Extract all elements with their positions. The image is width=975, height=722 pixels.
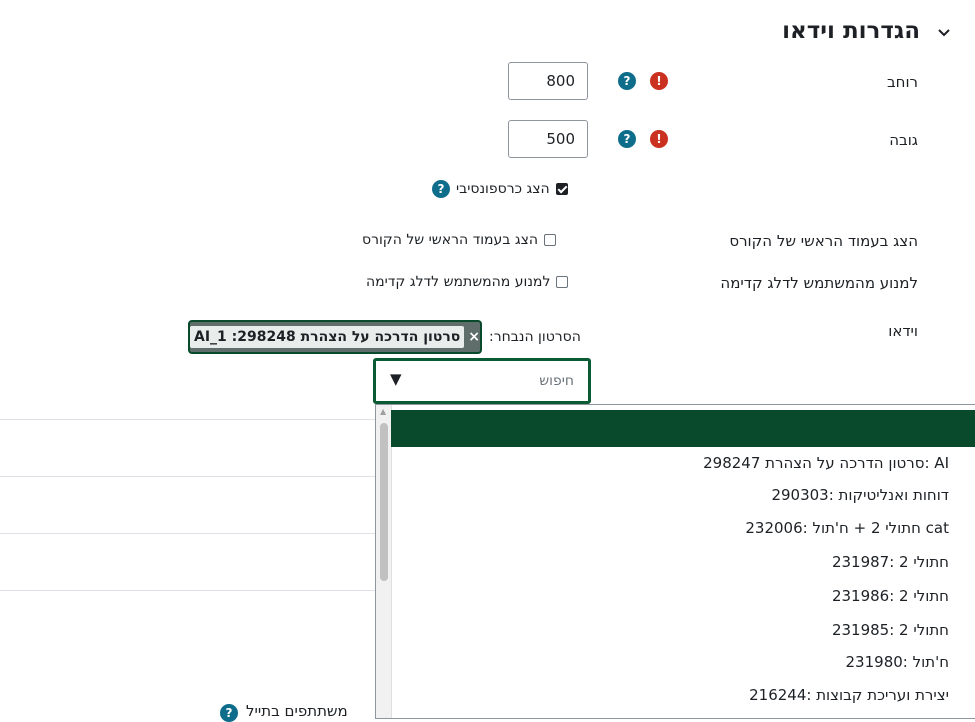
height-label: גובה <box>889 131 918 149</box>
dropdown-item[interactable]: חתולי 2 :231985 <box>832 621 949 639</box>
chevron-down-icon[interactable] <box>933 22 955 44</box>
dropdown-arrow-icon[interactable]: ▼ <box>390 370 402 388</box>
responsive-option: הצג כרספונסיבי ? <box>432 180 568 198</box>
dropdown-item[interactable]: חתולי 2 :231986 <box>832 587 949 605</box>
video-dropdown-list: ▲ סרטון הדרכה על הצהרת 298247: AI דוחות … <box>375 404 975 719</box>
divider <box>0 476 375 477</box>
scrollbar-thumb[interactable] <box>380 423 388 581</box>
video-label: וידאו <box>888 322 918 340</box>
section-title: הגדרות וידאו <box>782 18 920 44</box>
required-icon: ! <box>650 130 668 148</box>
prevent-skip-label: למנוע מהמשתמש לדלג קדימה <box>720 274 918 292</box>
responsive-checkbox[interactable] <box>555 183 568 195</box>
responsive-label: הצג כרספונסיבי <box>456 181 550 197</box>
dropdown-item[interactable]: ח'תול :231980 <box>846 653 949 671</box>
show-course-page-option: הצג בעמוד הראשי של הקורס <box>362 232 557 248</box>
dropdown-highlight-item[interactable] <box>391 410 975 447</box>
show-course-page-checkbox-label: הצג בעמוד הראשי של הקורס <box>362 232 539 248</box>
search-placeholder: חיפוש <box>539 373 574 389</box>
show-course-page-label: הצג בעמוד הראשי של הקורס <box>729 232 918 250</box>
help-icon[interactable]: ? <box>220 704 238 722</box>
dropdown-item[interactable]: חתולי 2 :231987 <box>832 553 949 571</box>
dropdown-item[interactable]: דוחות ואנליטיקות :290303 <box>771 486 949 504</box>
participants-label: משתתפים בתייל <box>246 702 348 720</box>
dropdown-item[interactable]: יצירת ועריכת קבוצות :216244 <box>749 686 949 704</box>
height-input[interactable]: 500 <box>508 120 588 158</box>
help-icon[interactable]: ? <box>432 180 450 198</box>
dropdown-item[interactable]: 232006: חתולי 2 + ח'תול cat <box>745 519 949 537</box>
divider <box>0 533 375 534</box>
width-input[interactable]: 800 <box>508 62 588 100</box>
dropdown-item[interactable]: סרטון הדרכה על הצהרת 298247: AI <box>703 454 949 472</box>
help-icon[interactable]: ? <box>618 130 636 148</box>
divider <box>0 419 375 420</box>
selected-video-label: הסרטון הנבחר: <box>489 329 581 345</box>
help-icon[interactable]: ? <box>618 72 636 90</box>
video-search-input[interactable]: חיפוש ▼ <box>373 358 591 404</box>
prevent-skip-checkbox-label: למנוע מהמשתמש לדלג קדימה <box>366 274 551 290</box>
show-course-page-checkbox[interactable] <box>544 234 557 246</box>
divider <box>0 590 375 591</box>
scroll-up-icon[interactable]: ▲ <box>380 407 386 416</box>
remove-icon[interactable]: × <box>468 329 480 345</box>
scrollbar[interactable]: ▲ <box>376 405 392 718</box>
required-icon: ! <box>650 72 668 90</box>
prevent-skip-option: למנוע מהמשתמש לדלג קדימה <box>366 274 569 290</box>
prevent-skip-checkbox[interactable] <box>556 276 569 288</box>
selected-video-chip[interactable]: × סרטון הדרכה על הצהרת 298248: AI_1 <box>188 320 482 354</box>
selected-video-text: סרטון הדרכה על הצהרת 298248: AI_1 <box>189 326 465 348</box>
width-label: רוחב <box>886 73 918 91</box>
